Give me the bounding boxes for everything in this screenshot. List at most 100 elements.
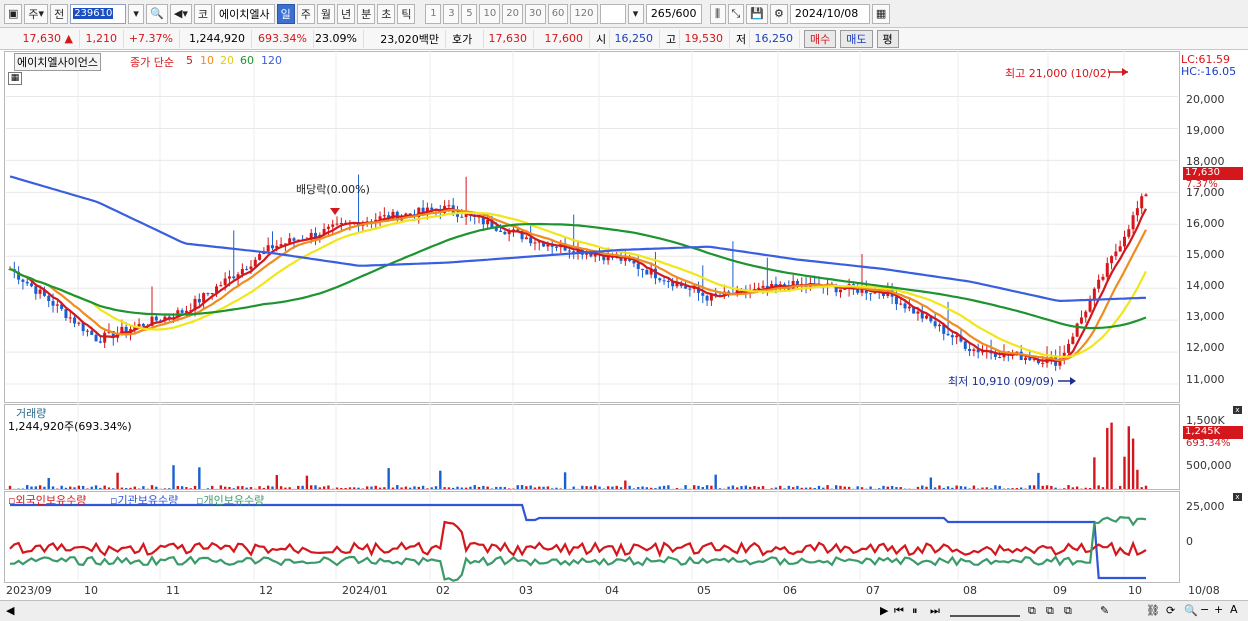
period-minute[interactable]: 분	[357, 3, 376, 24]
layout-icon[interactable]: ⧉	[1028, 604, 1036, 618]
scroll-right-icon[interactable]: ▶	[880, 604, 888, 617]
search-icon[interactable]: 🔍	[146, 3, 168, 24]
period-day[interactable]: 일	[276, 3, 295, 24]
buy-button[interactable]: 매수	[804, 29, 837, 48]
price-cell: 17,630 ▲	[0, 29, 80, 48]
volume-value-label: 1,244,920주(693.34%)	[8, 420, 132, 433]
x-tick: 06	[783, 584, 797, 597]
line-tool-icon[interactable]: ⤡	[727, 3, 745, 24]
ma-60-label: 60	[240, 54, 254, 67]
custom-interval-dropdown[interactable]: ▾	[627, 3, 644, 24]
sell-label: 매도	[846, 32, 867, 46]
x-tick: 10	[1128, 584, 1142, 597]
refresh-icon[interactable]: ⟳	[1166, 604, 1175, 617]
buy-label: 매수	[810, 32, 831, 46]
period-tick-label: 틱	[401, 7, 412, 21]
link-icon[interactable]: ⛓	[1146, 604, 1160, 617]
interval-3[interactable]: 3	[443, 3, 460, 24]
period-tick[interactable]: 틱	[397, 3, 416, 24]
date-input[interactable]: 2024/10/08	[789, 3, 870, 24]
volume-panel[interactable]	[4, 404, 1180, 490]
zoom-out-search-icon[interactable]: 🔍	[1184, 604, 1198, 617]
up-arrow-icon: ▲	[64, 32, 73, 45]
y-tick: 12,000	[1186, 341, 1225, 354]
change-pct-value: +7.37%	[128, 32, 173, 45]
period-week-label: 주	[300, 7, 311, 21]
avg-button[interactable]: 평	[876, 29, 899, 48]
ma-10-label: 10	[200, 54, 214, 67]
calendar-icon[interactable]: ▦	[871, 3, 891, 24]
interval-30-label: 30	[528, 8, 542, 19]
low-annotation: 최저 10,910 (09/09)	[948, 375, 1055, 388]
price-panel[interactable]	[4, 51, 1180, 403]
interval-10[interactable]: 10	[479, 3, 501, 24]
y-tick: 14,000	[1186, 279, 1225, 292]
x-tick: 2023/09	[6, 584, 52, 597]
dividend-annotation: 배당락(0.00%)	[296, 183, 370, 196]
interval-60-label: 60	[551, 8, 565, 19]
last-page-icon[interactable]: ⏭	[930, 604, 940, 618]
period-month[interactable]: 월	[316, 3, 335, 24]
close-icon[interactable]: x	[1233, 493, 1242, 501]
turnover-cell: 23.09%	[314, 29, 364, 48]
legend-individual: ▫개인보유수량	[196, 492, 264, 508]
layout2-icon[interactable]: ⧉	[1046, 604, 1054, 618]
speaker-icon[interactable]: ◀▾	[169, 3, 192, 24]
draw-icon[interactable]: ✎	[1100, 604, 1109, 617]
interval-5[interactable]: 5	[461, 3, 478, 24]
low-label: 저	[736, 32, 747, 46]
custom-interval-input[interactable]	[599, 3, 626, 24]
ma-title: 종가 단순	[130, 56, 174, 69]
interval-20[interactable]: 20	[502, 3, 523, 24]
y-tick: 20,000	[1186, 93, 1225, 106]
interval-5-label: 5	[466, 8, 473, 19]
x-tick: 08	[963, 584, 977, 597]
code-dropdown[interactable]: ▾	[128, 3, 145, 24]
change-value: 1,210	[85, 32, 118, 45]
layout3-icon[interactable]: ⧉	[1064, 604, 1072, 618]
zoom-slider[interactable]	[950, 603, 1020, 617]
count-input[interactable]: 265/600	[645, 3, 702, 24]
auto-scale-icon[interactable]: A	[1230, 603, 1238, 616]
save-icon[interactable]: 💾	[746, 3, 769, 24]
high-label-cell: 고	[660, 29, 680, 48]
avg-label: 평	[882, 32, 893, 46]
interval-60[interactable]: 60	[547, 3, 569, 24]
scroll-left-icon[interactable]: ◀	[6, 604, 14, 617]
open-cell: 16,250	[610, 29, 660, 48]
open-value: 16,250	[614, 32, 654, 45]
interval-30[interactable]: 30	[524, 3, 546, 24]
stock-code-input[interactable]: 239610	[70, 3, 127, 24]
ma-120-label: 120	[261, 54, 282, 67]
period-minute-label: 분	[361, 7, 372, 21]
first-page-icon[interactable]: ⏮	[894, 604, 904, 618]
sell-button[interactable]: 매도	[840, 29, 873, 48]
type-select[interactable]: 주 ▾	[24, 3, 49, 24]
close-icon[interactable]: x	[1233, 406, 1242, 414]
x-tick: 09	[1053, 584, 1067, 597]
plus-icon[interactable]: +	[1214, 603, 1223, 616]
gear-icon[interactable]: ⚙	[770, 3, 788, 24]
market-button[interactable]: 코	[193, 3, 212, 24]
prev-button[interactable]: 전	[50, 3, 69, 24]
interval-120[interactable]: 120	[570, 3, 598, 24]
volume-pct-cell: 693.34%	[252, 29, 314, 48]
period-week[interactable]: 주	[296, 3, 315, 24]
holding-panel[interactable]	[4, 491, 1180, 583]
window-icon[interactable]: ▣	[4, 3, 23, 24]
high-value: 19,530	[684, 32, 724, 45]
pause-icon[interactable]: ⏸	[912, 604, 918, 618]
period-day-label: 일	[280, 7, 291, 21]
period-second[interactable]: 초	[377, 3, 396, 24]
x-tick: 03	[519, 584, 533, 597]
period-year[interactable]: 년	[336, 3, 356, 24]
quote-bar: 17,630 ▲ 1,210 +7.37% 1,244,920 693.34% …	[0, 28, 1248, 50]
candle-icon[interactable]: ⫼	[709, 3, 726, 24]
minus-icon[interactable]: −	[1200, 603, 1209, 616]
ma-5-label: 5	[186, 54, 193, 67]
interval-1[interactable]: 1	[425, 3, 442, 24]
stock-name: 에이치엘사	[219, 7, 270, 21]
table-icon[interactable]: ▦	[8, 72, 22, 85]
volume-pct-value: 693.34%	[258, 32, 307, 45]
amount-cell: 23,020백만	[364, 29, 446, 48]
